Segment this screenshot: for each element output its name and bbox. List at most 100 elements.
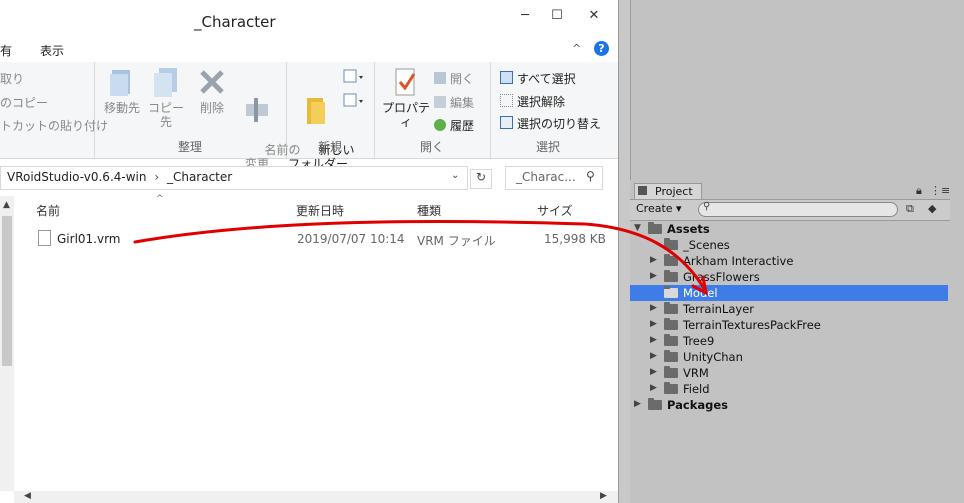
title-bar: _Character ─ ☐ ✕ bbox=[0, 0, 618, 38]
history-label: 履歴 bbox=[450, 119, 475, 133]
collapse-arrow-icon[interactable]: ▶ bbox=[650, 383, 657, 393]
address-bar[interactable]: VRoidStudio-v0.6.4-win › _Character ⌄ bbox=[0, 166, 468, 190]
move-to-button[interactable]: 移動先 bbox=[100, 66, 144, 115]
path-separator: › bbox=[154, 170, 160, 184]
tree-item-label: Arkham Interactive bbox=[683, 254, 794, 268]
help-icon[interactable]: ? bbox=[594, 41, 609, 56]
move-to-label: 移動先 bbox=[103, 101, 140, 115]
tree-item[interactable]: _Scenes bbox=[630, 237, 948, 253]
tab-view[interactable]: 表示 bbox=[40, 42, 64, 59]
copy-folder-icon bbox=[154, 68, 177, 97]
select-group: すべて選択 選択解除 選択の切り替え 選択 bbox=[490, 62, 606, 158]
column-date[interactable]: 更新日時 bbox=[296, 202, 344, 219]
folder-icon bbox=[664, 318, 678, 330]
new-item-icon[interactable] bbox=[342, 68, 366, 112]
file-icon bbox=[38, 230, 51, 246]
delete-button[interactable]: 削除 bbox=[194, 66, 230, 115]
properties-label: プロパティ bbox=[381, 101, 430, 129]
properties-button[interactable]: プロパティ bbox=[378, 66, 434, 129]
refresh-icon[interactable]: ↻ bbox=[470, 169, 492, 189]
copy-to-button[interactable]: コピー先 bbox=[144, 66, 188, 129]
project-search-input[interactable]: ⚲ bbox=[698, 201, 898, 217]
collapse-arrow-icon[interactable]: ▶ bbox=[650, 367, 657, 377]
chevron-down-icon[interactable]: ⌄ bbox=[451, 170, 459, 181]
tab-share[interactable]: 有 bbox=[0, 42, 12, 59]
scroll-right-icon[interactable]: ▶ bbox=[600, 491, 607, 501]
collapse-arrow-icon[interactable]: ▶ bbox=[650, 335, 657, 345]
tree-item-label: Tree9 bbox=[683, 334, 715, 348]
tree-item[interactable]: ▼ Assets bbox=[630, 221, 948, 237]
folder-icon bbox=[664, 334, 678, 346]
tree-item-label: Field bbox=[683, 382, 710, 396]
create-dropdown[interactable]: Create ▾ bbox=[636, 202, 682, 218]
file-date: 2019/07/07 10:14 bbox=[297, 232, 405, 246]
ribbon-copy-path[interactable]: のコピー bbox=[0, 94, 48, 111]
tree-item[interactable]: ▶ TerrainTexturesPackFree bbox=[630, 317, 948, 333]
filter-type-icon[interactable]: ⧉ bbox=[906, 202, 914, 216]
edit-item[interactable]: 編集 bbox=[434, 94, 474, 111]
folder-icon bbox=[648, 222, 662, 234]
collapse-arrow-icon[interactable]: ▶ bbox=[650, 255, 657, 265]
search-icon: ⚲ bbox=[703, 201, 711, 212]
scroll-left-icon[interactable]: ◀ bbox=[24, 491, 31, 501]
tree-item[interactable]: ▶ Field bbox=[630, 381, 948, 397]
tree-item[interactable]: ▶ TerrainLayer bbox=[630, 301, 948, 317]
invert-selection-icon bbox=[500, 116, 513, 129]
new-group: 新しい フォルダー 新規 bbox=[286, 62, 375, 171]
ribbon-paste-shortcut[interactable]: トカットの貼り付け bbox=[0, 117, 108, 134]
column-size[interactable]: サイズ bbox=[537, 202, 573, 219]
collapse-arrow-icon[interactable]: ▶ bbox=[634, 399, 641, 409]
tree-item-label: UnityChan bbox=[683, 350, 743, 364]
panel-menu-icon[interactable]: ⋮≡ bbox=[930, 184, 950, 197]
column-type[interactable]: 種類 bbox=[417, 202, 441, 219]
minimize-button[interactable]: ─ bbox=[510, 6, 540, 26]
tree-item[interactable]: ▶ GrassFlowers bbox=[630, 269, 948, 285]
chevron-up-icon[interactable]: ^ bbox=[572, 42, 581, 55]
tree-item[interactable]: ▶ VRM bbox=[630, 365, 948, 381]
tree-item[interactable]: ▶ Packages bbox=[630, 397, 948, 413]
tree-item[interactable]: ▶ UnityChan bbox=[630, 349, 948, 365]
path-root[interactable]: VRoidStudio-v0.6.4-win bbox=[7, 170, 146, 184]
project-toolbar: Create ▾ ⚲ ⧉ ◆ bbox=[630, 199, 964, 221]
column-name[interactable]: 名前 bbox=[36, 202, 60, 219]
collapse-arrow-icon[interactable]: ▶ bbox=[650, 271, 657, 281]
path-leaf[interactable]: _Character bbox=[167, 170, 232, 184]
delete-x-icon bbox=[200, 70, 224, 94]
address-path: VRoidStudio-v0.6.4-win › _Character bbox=[7, 170, 232, 184]
file-size: 15,998 KB bbox=[544, 232, 606, 246]
filter-label-icon[interactable]: ◆ bbox=[928, 202, 936, 215]
select-all-icon bbox=[500, 71, 513, 84]
search-box[interactable]: _Charac... ⚲ bbox=[505, 166, 603, 190]
tree-item-label: Packages bbox=[667, 398, 728, 412]
lock-icon[interactable]: 🔒︎ bbox=[916, 184, 922, 198]
organize-group: 移動先 コピー先 削除 名前の 変更 整理 bbox=[94, 62, 301, 171]
open-item[interactable]: 開く bbox=[434, 70, 474, 87]
invert-selection-item[interactable]: 選択の切り替え bbox=[500, 115, 601, 132]
select-all-item[interactable]: すべて選択 bbox=[500, 70, 576, 87]
search-icon: ⚲ bbox=[586, 169, 595, 183]
copy-to-label: コピー先 bbox=[147, 101, 184, 129]
maximize-button[interactable]: ☐ bbox=[542, 6, 572, 26]
invert-selection-label: 選択の切り替え bbox=[517, 117, 602, 131]
tree-item[interactable]: ▶ Tree9 bbox=[630, 333, 948, 349]
ribbon-tabs: 有 表示 ^ ? bbox=[0, 38, 618, 63]
tree-item[interactable]: ▶ Arkham Interactive bbox=[630, 253, 948, 269]
file-explorer-window: _Character ─ ☐ ✕ 有 表示 ^ ? 取り のコピー トカットの貼… bbox=[0, 0, 619, 503]
collapse-arrow-icon[interactable]: ▶ bbox=[650, 303, 657, 313]
project-tab-label: Project bbox=[655, 185, 693, 198]
edit-icon bbox=[434, 96, 446, 108]
sort-indicator-icon: ^ bbox=[156, 194, 164, 204]
properties-icon bbox=[395, 68, 416, 96]
expand-arrow-icon[interactable]: ▼ bbox=[634, 223, 641, 233]
collapse-arrow-icon[interactable]: ▶ bbox=[650, 351, 657, 361]
close-button[interactable]: ✕ bbox=[574, 6, 614, 26]
horizontal-scrollbar[interactable]: ◀ ▶ bbox=[14, 491, 618, 503]
tree-item[interactable]: Model bbox=[630, 285, 948, 301]
tree-item-label: _Scenes bbox=[683, 238, 730, 252]
collapse-arrow-icon[interactable]: ▶ bbox=[650, 319, 657, 329]
edit-label: 編集 bbox=[450, 96, 475, 110]
history-item[interactable]: 履歴 bbox=[434, 117, 474, 134]
select-none-item[interactable]: 選択解除 bbox=[500, 93, 565, 110]
project-tab[interactable]: Project bbox=[634, 183, 702, 200]
ribbon-cut[interactable]: 取り bbox=[0, 70, 24, 87]
